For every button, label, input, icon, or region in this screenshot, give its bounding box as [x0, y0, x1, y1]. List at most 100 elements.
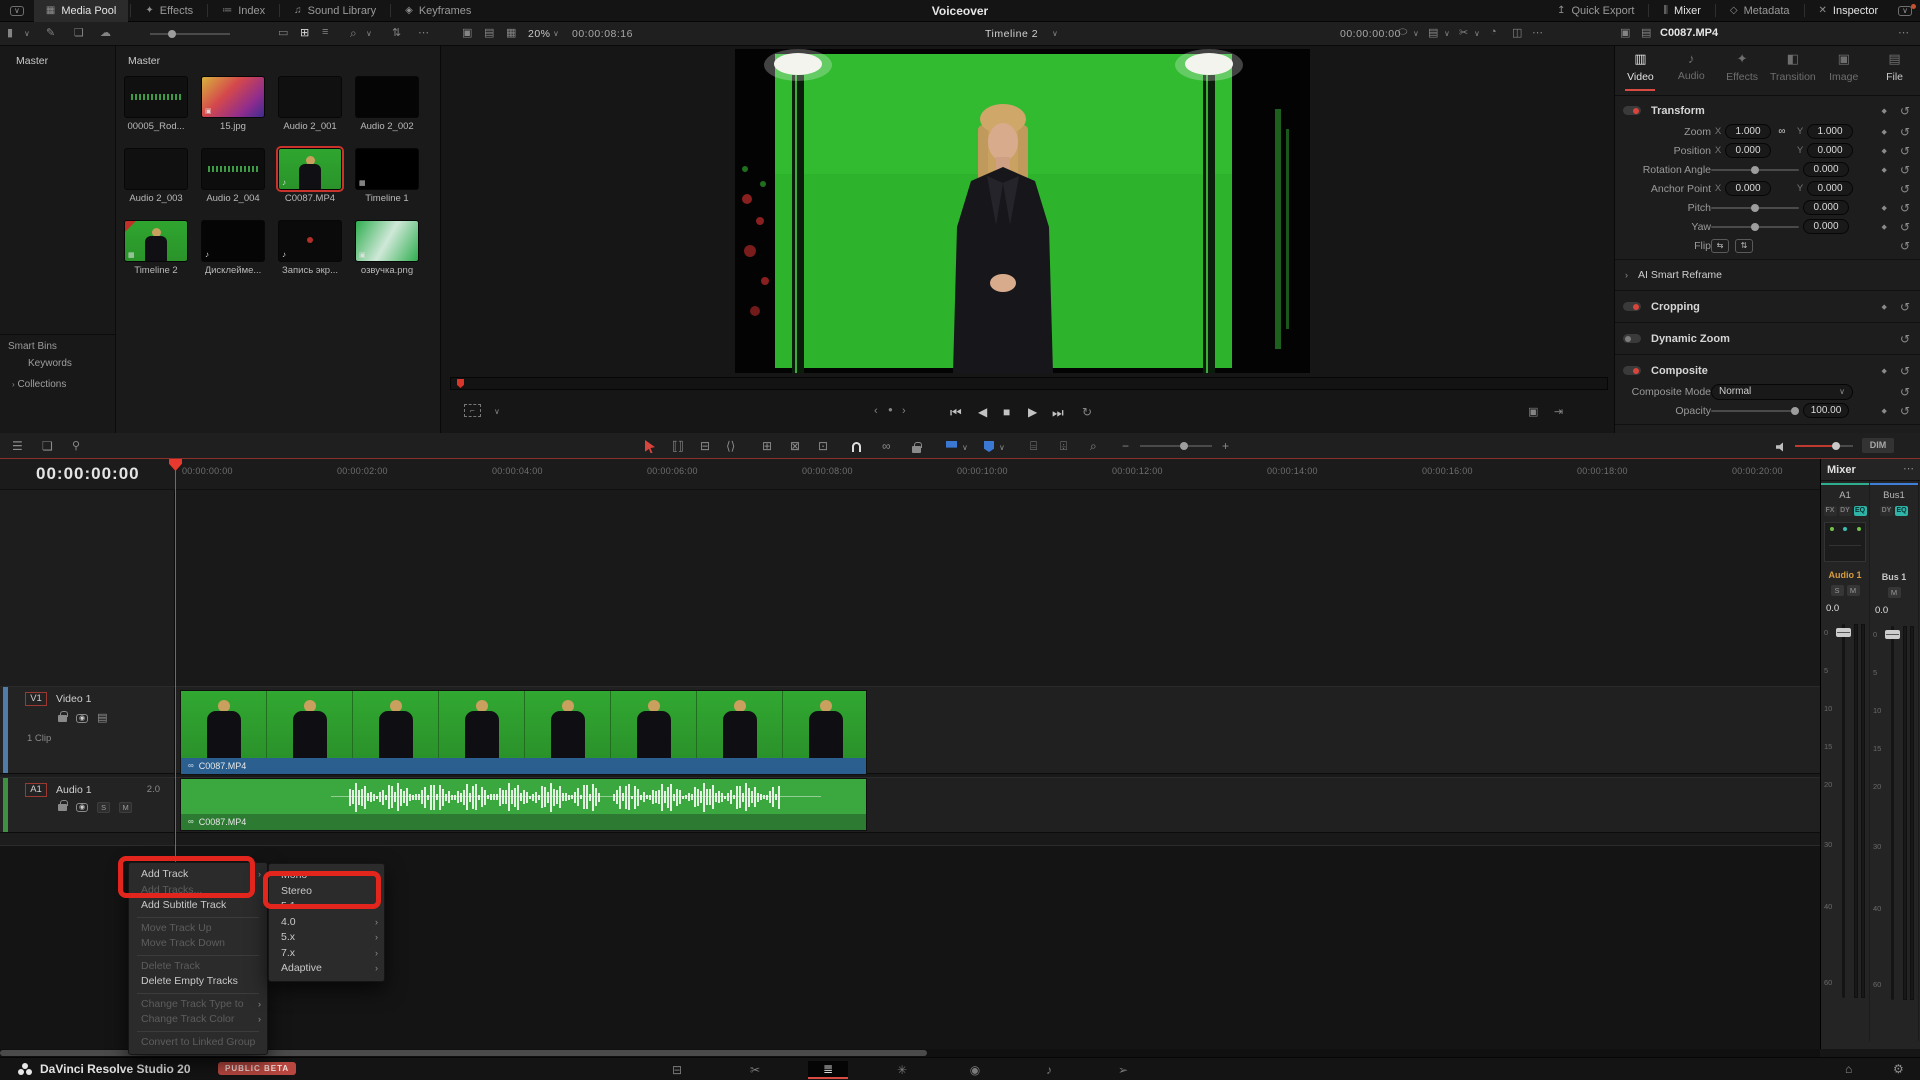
section-toggle[interactable]: [1623, 302, 1641, 311]
section-transform[interactable]: Transform ◆ ↺: [1615, 99, 1920, 122]
chevron-down-icon[interactable]: ∨: [24, 29, 30, 38]
video-track-header[interactable]: V1 Video 1 ◉ ▤ 1 Clip: [0, 687, 175, 773]
reset-icon[interactable]: ↺: [1900, 332, 1910, 346]
video-track-name[interactable]: Video 1: [56, 693, 91, 705]
jog-dot-icon[interactable]: ●: [888, 405, 893, 414]
chip-dy[interactable]: DY: [1880, 506, 1893, 516]
x-value-input[interactable]: 1.000: [1725, 124, 1771, 139]
section-toggle[interactable]: [1623, 334, 1641, 343]
play-icon[interactable]: ▶: [1028, 405, 1037, 419]
reset-icon[interactable]: ↺: [1900, 300, 1910, 314]
submenu-item-5-1[interactable]: 5.1: [269, 899, 384, 915]
mute-button[interactable]: M: [1846, 585, 1860, 596]
media-item[interactable]: ▣ озвучка.png: [349, 218, 425, 290]
inspector-tab-file[interactable]: ▤ File: [1869, 46, 1920, 95]
keyframe-icon[interactable]: ◆: [1882, 223, 1887, 231]
media-item[interactable]: ▣ 15.jpg: [195, 74, 271, 146]
timeline-name[interactable]: Timeline 2: [985, 28, 1038, 40]
razor-icon[interactable]: ⊟: [700, 439, 710, 453]
zoom-in-icon[interactable]: +: [1222, 439, 1229, 453]
tab-keyframes[interactable]: ◈ Keyframes: [393, 0, 483, 22]
play-reverse-icon[interactable]: ◀: [978, 405, 987, 419]
cloud-import-icon[interactable]: ☁: [100, 26, 111, 39]
go-to-end-icon[interactable]: ⏭: [1052, 405, 1064, 421]
more-options-icon[interactable]: ⋯: [1532, 26, 1543, 39]
film-icon[interactable]: ▦: [506, 26, 516, 39]
section-cropping[interactable]: Cropping ◆ ↺: [1615, 295, 1920, 318]
chip-eq[interactable]: EQ: [1853, 506, 1867, 516]
chevron-down-icon[interactable]: ∨: [494, 407, 500, 416]
viewer-zoom-level[interactable]: 20%: [528, 28, 551, 40]
chip-eq[interactable]: EQ: [1895, 506, 1908, 516]
more-options-icon[interactable]: ⋯: [418, 26, 429, 39]
stacked-timelines-icon[interactable]: ❏: [42, 439, 53, 453]
y-value-input[interactable]: 0.000: [1807, 181, 1853, 196]
menu-item-move-track-down[interactable]: Move Track Down: [129, 936, 267, 952]
match-frame-icon[interactable]: ⇥: [1554, 405, 1563, 418]
inspector-tab-image[interactable]: ▣ Image: [1818, 46, 1869, 95]
submenu-item-adaptive[interactable]: Adaptive ›: [269, 961, 384, 977]
timeline-zoom-slider[interactable]: [1140, 442, 1212, 450]
thumb-size-slider[interactable]: [150, 30, 230, 38]
grid-view-icon[interactable]: ⊞: [300, 26, 309, 39]
dim-button[interactable]: DIM: [1862, 438, 1894, 453]
page-color[interactable]: ◉: [955, 1061, 995, 1079]
media-panel-toggle-icon[interactable]: ▮: [7, 26, 13, 39]
dynamic-trim-icon[interactable]: ⟨⟩: [726, 439, 735, 453]
tag-icon[interactable]: ❏: [74, 26, 84, 39]
gallery-icon[interactable]: ▣: [462, 26, 472, 39]
clapper-icon[interactable]: ▤: [484, 26, 494, 39]
snapping-icon[interactable]: [852, 441, 861, 455]
slider-handle[interactable]: [1751, 165, 1759, 174]
reset-icon[interactable]: ↺: [1900, 364, 1910, 378]
dual-view-icon[interactable]: ◫: [1512, 26, 1522, 39]
value-slider[interactable]: [1711, 203, 1799, 212]
fit-view-icon[interactable]: ▣: [1528, 405, 1538, 418]
section-toggle[interactable]: [1623, 106, 1641, 115]
flip-vertical-button[interactable]: ⇅: [1735, 238, 1753, 253]
chip-fx[interactable]: FX: [1823, 506, 1837, 516]
value-input[interactable]: 0.000: [1803, 162, 1849, 177]
sort-icon[interactable]: ⇅: [392, 26, 401, 39]
menu-item-add-subtitle-track[interactable]: Add Subtitle Track: [129, 898, 267, 914]
link-xy-icon[interactable]: ∞: [1771, 126, 1793, 137]
media-item[interactable]: Audio 2_003: [118, 146, 194, 218]
menu-item-change-track-type-to[interactable]: Change Track Type to ›: [129, 997, 267, 1013]
position-lock-icon[interactable]: [912, 442, 922, 456]
menu-item-add-track[interactable]: Add Track ›: [129, 867, 267, 883]
selection-mode-icon[interactable]: [645, 440, 655, 456]
inspector-tab-video[interactable]: ▥ Video: [1615, 46, 1666, 95]
chevron-down-icon[interactable]: ∨: [1413, 29, 1419, 38]
marker-icon[interactable]: [984, 441, 994, 455]
scissors-icon[interactable]: ✂: [1459, 26, 1468, 39]
viewer-marker-icon[interactable]: [457, 379, 464, 388]
composite-mode-dropdown[interactable]: Normal ∨: [1711, 383, 1853, 400]
submenu-item-7-x[interactable]: 7.x ›: [269, 946, 384, 962]
slider-handle[interactable]: [1791, 406, 1799, 415]
media-item[interactable]: Audio 2_001: [272, 74, 348, 146]
image-icon[interactable]: ▣: [1620, 26, 1630, 39]
keyframe-icon[interactable]: ◆: [1882, 204, 1887, 212]
y-value-input[interactable]: 1.000: [1807, 124, 1853, 139]
mixer-strip-a1[interactable]: A1 FX DY EQ Audio 1 S M 0.0 0 5 10 15 20 30 40 60: [1821, 481, 1870, 1041]
keyframe-icon[interactable]: ◆: [1882, 128, 1887, 136]
tab-media-pool[interactable]: ▦ Media Pool: [33, 0, 129, 22]
eq-graph[interactable]: [1824, 522, 1866, 562]
keyframe-icon[interactable]: ◆: [1882, 407, 1887, 415]
audio-track-header[interactable]: A1 Audio 1 2.0 ◉ S M: [0, 778, 175, 832]
media-item[interactable]: ▦ Timeline 1: [349, 146, 425, 218]
lock-icon[interactable]: [58, 711, 68, 722]
menu-item-add-tracks-[interactable]: Add Tracks...: [129, 883, 267, 899]
submenu-item-4-0[interactable]: 4.0 ›: [269, 915, 384, 931]
keyframe-icon[interactable]: ◆: [1882, 147, 1887, 155]
page-media[interactable]: ⊟: [657, 1061, 697, 1079]
menu-item-delete-track[interactable]: Delete Track: [129, 959, 267, 975]
reset-icon[interactable]: ↺: [1900, 144, 1910, 158]
value-slider[interactable]: [1711, 165, 1799, 174]
search-icon[interactable]: ⌕: [350, 26, 357, 41]
inspector-tab-effects[interactable]: ✦ Effects: [1717, 46, 1768, 95]
flag-icon[interactable]: [946, 441, 957, 455]
mixer-options-icon[interactable]: ⋯: [1903, 464, 1914, 475]
solo-button[interactable]: S: [97, 802, 111, 813]
solo-button[interactable]: S: [1830, 585, 1844, 596]
